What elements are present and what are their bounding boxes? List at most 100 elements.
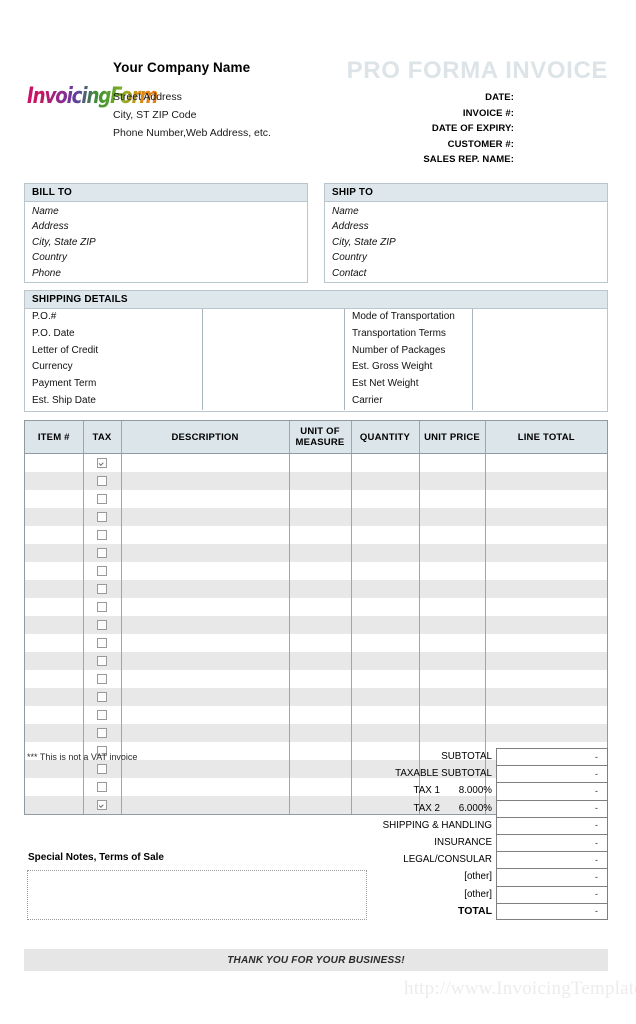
tax-checkbox-cell[interactable]: [83, 724, 122, 742]
line-item-cell[interactable]: [121, 472, 290, 490]
line-item-cell[interactable]: [289, 724, 352, 742]
bill-to-line-1[interactable]: Address: [32, 219, 307, 234]
line-item-cell[interactable]: [419, 670, 486, 688]
line-item-cell[interactable]: [351, 616, 420, 634]
totals-value[interactable]: -: [496, 833, 608, 852]
line-item-cell[interactable]: [121, 778, 290, 796]
line-item-cell[interactable]: [289, 742, 352, 760]
line-item-cell[interactable]: [419, 472, 486, 490]
line-item-cell[interactable]: [121, 706, 290, 724]
tax-checkbox[interactable]: [97, 655, 107, 666]
line-item-cell[interactable]: [485, 616, 607, 634]
line-item-cell[interactable]: [351, 688, 420, 706]
line-item-cell[interactable]: [25, 652, 84, 670]
tax-checkbox-cell[interactable]: [83, 472, 122, 490]
tax-checkbox-cell[interactable]: [83, 796, 122, 814]
tax-checkbox[interactable]: [97, 601, 107, 612]
tax-checkbox-cell[interactable]: [83, 760, 122, 778]
tax-checkbox[interactable]: [97, 799, 107, 810]
line-item-cell[interactable]: [419, 562, 486, 580]
line-item-cell[interactable]: [289, 490, 352, 508]
line-item-cell[interactable]: [121, 724, 290, 742]
line-item-cell[interactable]: [121, 634, 290, 652]
line-item-cell[interactable]: [351, 706, 420, 724]
line-item-cell[interactable]: [419, 724, 486, 742]
line-item-cell[interactable]: [121, 760, 290, 778]
ship-to-line-1[interactable]: Address: [332, 219, 607, 234]
line-item-cell[interactable]: [351, 562, 420, 580]
totals-value[interactable]: -: [496, 782, 608, 800]
line-item-cell[interactable]: [121, 453, 290, 472]
line-item-cell[interactable]: [485, 634, 607, 652]
line-item-cell[interactable]: [25, 490, 84, 508]
tax-checkbox-cell[interactable]: [83, 778, 122, 796]
line-item-cell[interactable]: [485, 598, 607, 616]
line-item-cell[interactable]: [25, 688, 84, 706]
line-item-cell[interactable]: [419, 580, 486, 598]
line-item-cell[interactable]: [351, 490, 420, 508]
tax-rate-value[interactable]: 6.000%: [440, 803, 492, 814]
line-item-cell[interactable]: [485, 544, 607, 562]
line-item-cell[interactable]: [419, 544, 486, 562]
tax-checkbox-cell[interactable]: [83, 490, 122, 508]
totals-value[interactable]: -: [496, 765, 608, 783]
line-item-cell[interactable]: [25, 526, 84, 544]
line-item-cell[interactable]: [121, 688, 290, 706]
line-item-cell[interactable]: [351, 634, 420, 652]
totals-value[interactable]: -: [496, 885, 608, 903]
line-item-cell[interactable]: [25, 796, 84, 814]
line-item-cell[interactable]: [289, 616, 352, 634]
ship-to-line-4[interactable]: Contact: [332, 266, 607, 281]
line-item-cell[interactable]: [419, 453, 486, 472]
line-item-cell[interactable]: [25, 453, 84, 472]
line-item-cell[interactable]: [25, 760, 84, 778]
tax-checkbox[interactable]: [97, 727, 107, 738]
line-item-cell[interactable]: [25, 562, 84, 580]
bill-to-line-0[interactable]: Name: [32, 204, 307, 219]
tax-checkbox-cell[interactable]: [83, 634, 122, 652]
tax-checkbox[interactable]: [97, 457, 107, 468]
line-item-cell[interactable]: [485, 652, 607, 670]
line-item-cell[interactable]: [25, 670, 84, 688]
line-item-cell[interactable]: [485, 580, 607, 598]
line-item-cell[interactable]: [485, 706, 607, 724]
line-item-cell[interactable]: [289, 652, 352, 670]
tax-checkbox[interactable]: [97, 565, 107, 576]
tax-checkbox-cell[interactable]: [83, 652, 122, 670]
tax-checkbox[interactable]: [97, 763, 107, 774]
line-item-cell[interactable]: [25, 616, 84, 634]
line-item-cell[interactable]: [351, 526, 420, 544]
totals-value[interactable]: -: [496, 902, 608, 920]
line-item-cell[interactable]: [289, 526, 352, 544]
line-item-cell[interactable]: [419, 688, 486, 706]
ship-to-line-0[interactable]: Name: [332, 204, 607, 219]
line-item-cell[interactable]: [289, 760, 352, 778]
tax-checkbox[interactable]: [97, 493, 107, 504]
line-item-cell[interactable]: [121, 526, 290, 544]
line-item-cell[interactable]: [25, 778, 84, 796]
line-item-cell[interactable]: [485, 490, 607, 508]
line-item-cell[interactable]: [351, 652, 420, 670]
tax-checkbox[interactable]: [97, 691, 107, 702]
tax-checkbox-cell[interactable]: [83, 598, 122, 616]
shipping-left-values[interactable]: [203, 309, 345, 410]
line-item-cell[interactable]: [351, 544, 420, 562]
line-item-cell[interactable]: [485, 724, 607, 742]
line-item-cell[interactable]: [419, 490, 486, 508]
totals-value[interactable]: -: [496, 851, 608, 869]
line-item-cell[interactable]: [25, 706, 84, 724]
line-item-cell[interactable]: [289, 544, 352, 562]
line-item-cell[interactable]: [419, 652, 486, 670]
tax-checkbox-cell[interactable]: [83, 688, 122, 706]
totals-value[interactable]: -: [496, 816, 608, 834]
ship-to-line-2[interactable]: City, State ZIP: [332, 235, 607, 250]
special-notes-input[interactable]: [27, 870, 367, 920]
tax-checkbox-cell[interactable]: [83, 562, 122, 580]
shipping-right-values[interactable]: [473, 309, 607, 410]
line-item-cell[interactable]: [419, 508, 486, 526]
line-item-cell[interactable]: [25, 472, 84, 490]
line-item-cell[interactable]: [289, 598, 352, 616]
line-item-cell[interactable]: [351, 472, 420, 490]
line-item-cell[interactable]: [289, 796, 352, 814]
totals-value[interactable]: -: [496, 799, 608, 817]
